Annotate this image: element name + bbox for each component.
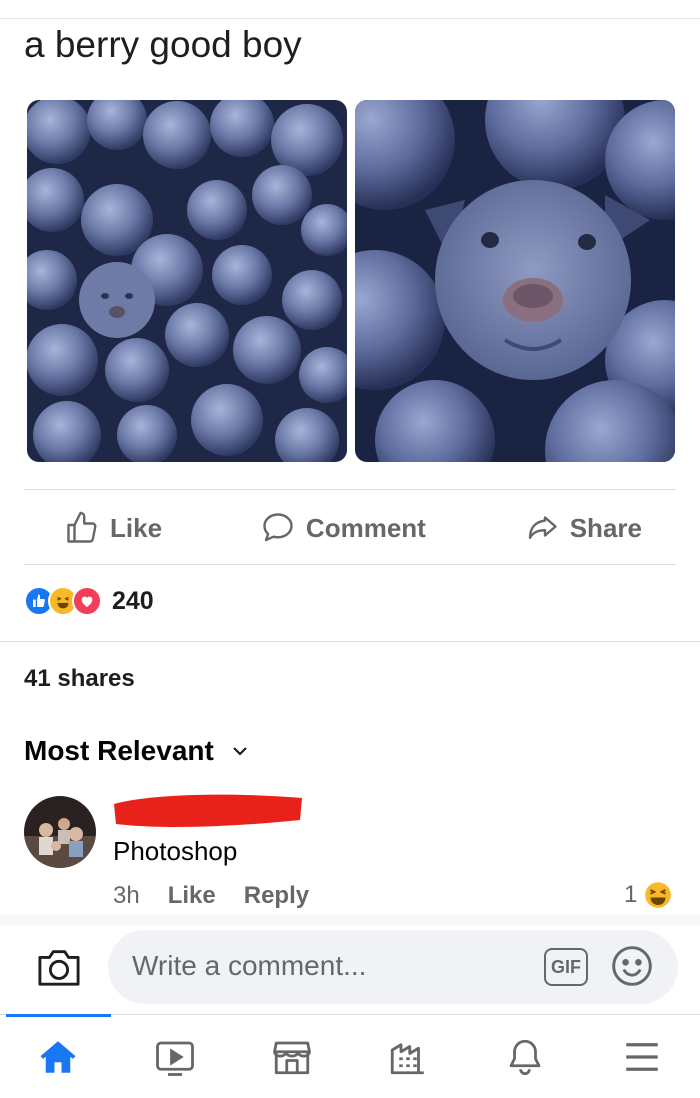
- divider: [0, 915, 700, 925]
- comment-reaction-count: 1: [624, 881, 638, 908]
- comment-like-button[interactable]: Like: [168, 882, 216, 910]
- camera-icon[interactable]: [36, 946, 82, 988]
- love-icon: [72, 586, 102, 616]
- comment-sort-dropdown[interactable]: Most Relevant: [24, 735, 248, 767]
- share-button[interactable]: Share: [524, 510, 642, 546]
- comment-reaction-summary[interactable]: 1: [624, 880, 674, 910]
- photo-blueberries-small-dog[interactable]: [27, 100, 347, 462]
- commenter-avatar[interactable]: [24, 796, 96, 868]
- post-text: a berry good boy: [24, 24, 302, 65]
- top-divider: [0, 18, 700, 19]
- haha-icon: [643, 880, 674, 910]
- comment-meta: 3h Like Reply: [113, 882, 309, 910]
- comment-reply-button[interactable]: Reply: [244, 882, 309, 910]
- bottom-navigation: [0, 1014, 700, 1098]
- emoji-icon[interactable]: [610, 944, 654, 988]
- comment-input[interactable]: Write a comment... GIF: [108, 930, 678, 1004]
- share-icon: [528, 516, 557, 539]
- pages-icon: [391, 1042, 425, 1074]
- watch-icon: [156, 1041, 194, 1076]
- like-label: Like: [110, 512, 163, 543]
- nav-marketplace[interactable]: [233, 1015, 350, 1098]
- divider: [24, 564, 676, 565]
- like-button[interactable]: Like: [64, 510, 162, 546]
- post-photos[interactable]: [27, 100, 675, 462]
- reaction-count: 240: [112, 586, 154, 615]
- divider: [0, 641, 700, 642]
- comment-sort-label: Most Relevant: [24, 735, 214, 766]
- nav-watch[interactable]: [117, 1015, 234, 1098]
- thumbs-up-icon: [67, 511, 97, 543]
- share-label: Share: [569, 512, 642, 543]
- gif-button[interactable]: GIF: [544, 948, 588, 986]
- photo-dog-closeup[interactable]: [355, 100, 675, 462]
- comment-input-placeholder: Write a comment...: [132, 950, 367, 981]
- divider: [24, 489, 676, 490]
- comment-button[interactable]: Comment: [260, 510, 426, 546]
- shares-count[interactable]: 41 shares: [24, 665, 135, 693]
- nav-notifications[interactable]: [467, 1015, 584, 1098]
- comment-text: Photoshop: [113, 836, 238, 866]
- reaction-summary[interactable]: 240: [24, 586, 154, 616]
- comment-label: Comment: [305, 512, 426, 543]
- marketplace-icon: [272, 1041, 311, 1074]
- notifications-icon: [509, 1039, 541, 1075]
- nav-pages[interactable]: [350, 1015, 467, 1098]
- nav-home[interactable]: [0, 1014, 117, 1098]
- home-icon: [40, 1040, 76, 1073]
- chevron-down-icon: [233, 747, 247, 756]
- nav-menu[interactable]: [583, 1015, 700, 1098]
- redacted-name: [114, 794, 302, 827]
- comment-time: 3h: [113, 882, 140, 909]
- menu-icon: [625, 1042, 658, 1071]
- comment-icon: [263, 513, 293, 542]
- comment-composer: Write a comment... GIF: [0, 928, 700, 1006]
- post-action-bar: Like Comment Share: [24, 492, 676, 564]
